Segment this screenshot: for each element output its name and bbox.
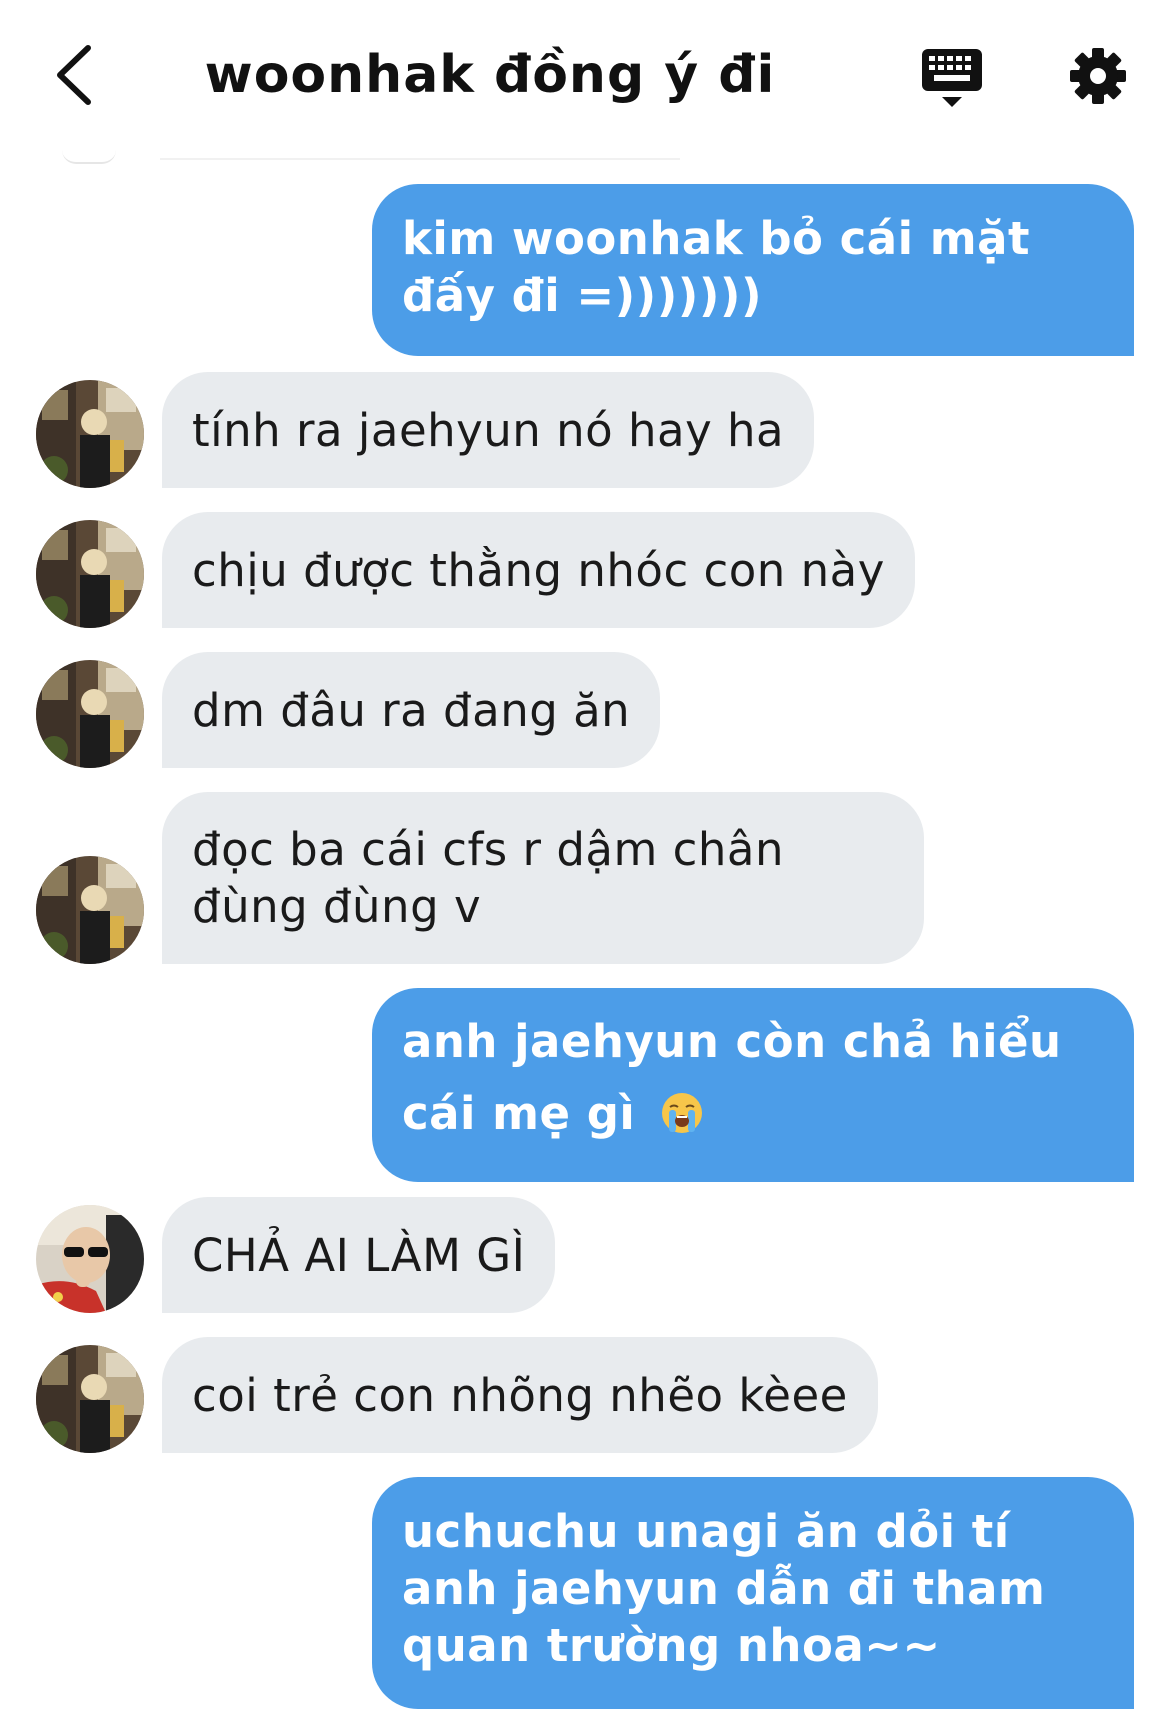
message-text: chịu được thằng nhóc con này	[192, 543, 885, 597]
avatar[interactable]	[36, 1345, 144, 1453]
message-bubble-received[interactable]: dm đâu ra đang ăn	[162, 652, 661, 768]
loudly-crying-face-emoji	[661, 1093, 702, 1133]
previous-message-edge	[160, 158, 680, 160]
keyboard-icon	[922, 49, 982, 107]
message-bubble-sent[interactable]: uchuchu unagi ăn dỏi tí anh jaehyun dẫn …	[372, 1477, 1134, 1709]
chevron-left-icon	[57, 45, 91, 105]
message-text: anh jaehyun còn chả hiểu cái mẹ gì	[402, 1015, 1062, 1140]
avatar[interactable]	[36, 380, 144, 488]
message-text: dm đâu ra đang ăn	[192, 683, 631, 737]
message-text: CHẢ AI LÀM GÌ	[192, 1228, 526, 1282]
message-bubble-sent[interactable]: kim woonhak bỏ cái mặt đấy đi =)))))))	[372, 184, 1134, 356]
previous-avatar-edge	[62, 150, 116, 164]
chat-header: woonhak đồng ý đi	[0, 0, 1170, 150]
message-text: đọc ba cái cfs r dậm chân đùng đùng v	[192, 823, 784, 933]
avatar[interactable]	[36, 1205, 144, 1313]
message-bubble-received[interactable]: tính ra jaehyun nó hay ha	[162, 372, 815, 488]
chat-screen: woonhak đồng ý đi kim woonhak bỏ cái mặt…	[0, 0, 1170, 1715]
avatar[interactable]	[36, 520, 144, 628]
photo-street-avatar	[36, 1345, 144, 1453]
message-bubble-received[interactable]: coi trẻ con nhõng nhẽo kèee	[162, 1337, 878, 1453]
message-bubble-received[interactable]: chịu được thằng nhóc con này	[162, 512, 915, 628]
avatar[interactable]	[36, 660, 144, 768]
photo-street-avatar	[36, 380, 144, 488]
message-bubble-sent[interactable]: anh jaehyun còn chả hiểu cái mẹ gì	[372, 988, 1134, 1182]
back-button[interactable]	[40, 40, 110, 110]
photo-street-avatar	[36, 660, 144, 768]
page-title: woonhak đồng ý đi	[204, 45, 776, 105]
keyboard-button[interactable]	[912, 38, 992, 118]
message-bubble-received[interactable]: đọc ba cái cfs r dậm chân đùng đùng v	[162, 792, 924, 964]
message-text: tính ra jaehyun nó hay ha	[192, 403, 785, 457]
photo-sunglasses-avatar	[36, 1205, 144, 1313]
photo-street-avatar	[36, 520, 144, 628]
message-text: kim woonhak bỏ cái mặt đấy đi =)))))))	[402, 212, 1031, 322]
message-bubble-received[interactable]: CHẢ AI LÀM GÌ	[162, 1197, 556, 1313]
message-text: uchuchu unagi ăn dỏi tí anh jaehyun dẫn …	[402, 1505, 1046, 1672]
message-text: coi trẻ con nhõng nhẽo kèee	[192, 1368, 848, 1422]
gear-icon	[1070, 48, 1126, 104]
settings-button[interactable]	[1060, 38, 1136, 114]
avatar[interactable]	[36, 856, 144, 964]
photo-street-avatar	[36, 856, 144, 964]
